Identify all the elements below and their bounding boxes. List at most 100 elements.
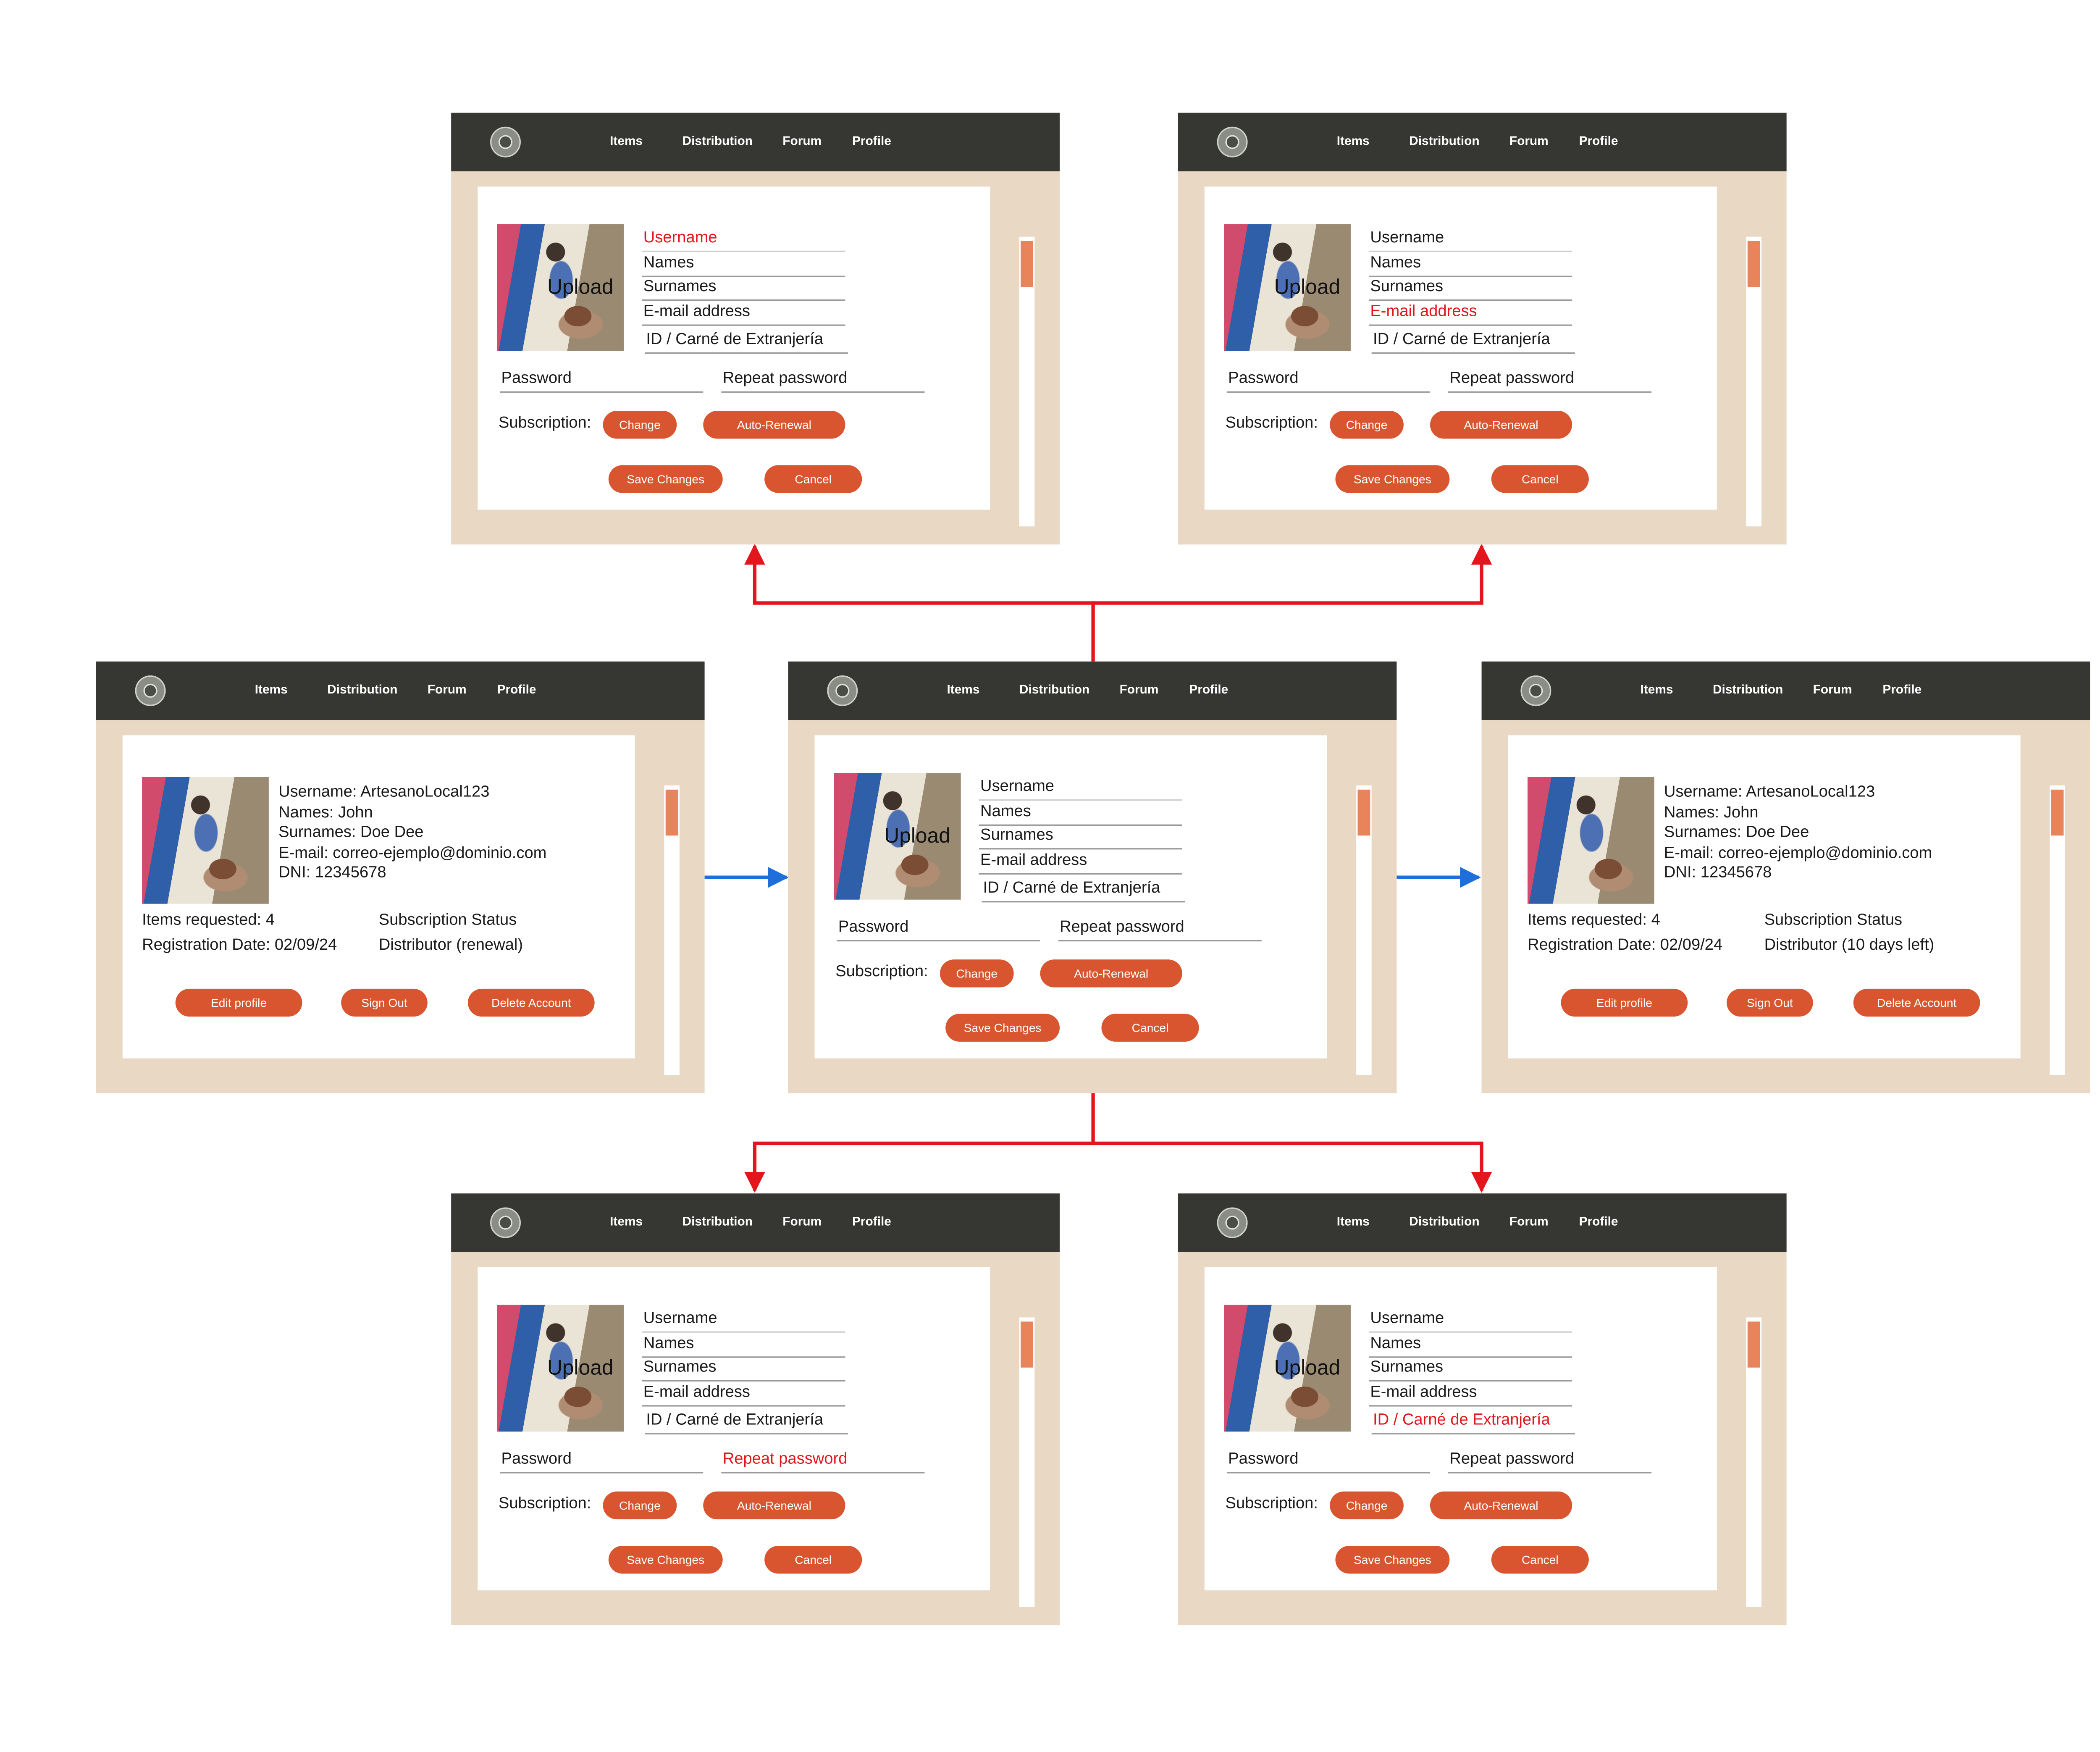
change-subscription-button[interactable]: Change: [1330, 1491, 1404, 1520]
upload-button[interactable]: Upload: [1274, 276, 1341, 299]
email-field[interactable]: E-mail address: [642, 1383, 845, 1407]
surnames-field[interactable]: Surnames: [1369, 1358, 1572, 1382]
password-field[interactable]: Password: [500, 1450, 704, 1474]
repeat-password-field[interactable]: Repeat password: [1058, 918, 1262, 942]
emblem-logo-icon[interactable]: [135, 675, 166, 706]
cancel-button[interactable]: Cancel: [764, 465, 862, 493]
repeat-password-field[interactable]: Repeat password: [1448, 369, 1652, 393]
nav-profile[interactable]: Profile: [1579, 134, 1618, 147]
scrollbar-thumb[interactable]: [665, 789, 678, 836]
nav-profile[interactable]: Profile: [1882, 683, 1922, 696]
upload-button[interactable]: Upload: [884, 825, 950, 848]
scrollbar-thumb[interactable]: [1021, 241, 1034, 287]
password-field[interactable]: Password: [1226, 1450, 1430, 1474]
email-field[interactable]: E-mail address: [1369, 302, 1572, 326]
scrollbar-thumb[interactable]: [1021, 1321, 1034, 1368]
username-field[interactable]: Username: [1369, 229, 1572, 252]
nav-distribution[interactable]: Distribution: [1409, 1214, 1479, 1228]
nav-items[interactable]: Items: [1337, 134, 1370, 147]
emblem-logo-icon[interactable]: [1217, 1207, 1248, 1238]
nav-distribution[interactable]: Distribution: [682, 134, 753, 147]
surnames-field[interactable]: Surnames: [1369, 277, 1572, 301]
username-field[interactable]: Username: [979, 777, 1182, 801]
cancel-button[interactable]: Cancel: [1491, 1546, 1589, 1574]
avatar-photo[interactable]: Upload: [497, 1305, 624, 1432]
nav-profile[interactable]: Profile: [1579, 1214, 1618, 1228]
change-subscription-button[interactable]: Change: [603, 1491, 677, 1520]
scrollbar[interactable]: [1356, 785, 1372, 1075]
repeat-password-field[interactable]: Repeat password: [721, 1450, 925, 1474]
nav-forum[interactable]: Forum: [782, 134, 822, 147]
upload-button[interactable]: Upload: [547, 276, 614, 299]
nav-items[interactable]: Items: [1641, 683, 1673, 696]
sign-out-button[interactable]: Sign Out: [1727, 988, 1813, 1017]
scrollbar[interactable]: [1746, 236, 1761, 527]
nav-forum[interactable]: Forum: [1120, 683, 1159, 696]
scrollbar[interactable]: [1019, 236, 1035, 527]
auto-renewal-button[interactable]: Auto-Renewal: [703, 411, 845, 439]
nav-distribution[interactable]: Distribution: [1713, 683, 1783, 696]
sign-out-button[interactable]: Sign Out: [341, 988, 428, 1017]
nav-forum[interactable]: Forum: [428, 683, 467, 696]
cancel-button[interactable]: Cancel: [1491, 465, 1589, 493]
save-changes-button[interactable]: Save Changes: [608, 1546, 723, 1574]
nav-distribution[interactable]: Distribution: [682, 1214, 753, 1228]
nav-distribution[interactable]: Distribution: [1019, 683, 1089, 696]
change-subscription-button[interactable]: Change: [603, 411, 677, 439]
names-field[interactable]: Names: [642, 253, 845, 277]
repeat-password-field[interactable]: Repeat password: [721, 369, 925, 393]
username-field[interactable]: Username: [642, 1309, 845, 1333]
names-field[interactable]: Names: [1369, 1334, 1572, 1358]
auto-renewal-button[interactable]: Auto-Renewal: [1430, 411, 1572, 439]
scrollbar[interactable]: [664, 785, 680, 1075]
cancel-button[interactable]: Cancel: [1101, 1014, 1199, 1042]
scrollbar-thumb[interactable]: [1357, 789, 1370, 836]
save-changes-button[interactable]: Save Changes: [608, 465, 723, 493]
nav-distribution[interactable]: Distribution: [1409, 134, 1479, 147]
nav-profile[interactable]: Profile: [852, 1214, 891, 1228]
id-document-field[interactable]: ID / Carné de Extranjería: [1371, 330, 1575, 354]
scrollbar[interactable]: [1746, 1317, 1761, 1607]
delete-account-button[interactable]: Delete Account: [1853, 988, 1980, 1017]
email-field[interactable]: E-mail address: [642, 302, 845, 326]
nav-profile[interactable]: Profile: [497, 683, 536, 696]
names-field[interactable]: Names: [979, 802, 1182, 826]
password-field[interactable]: Password: [837, 918, 1040, 942]
nav-items[interactable]: Items: [947, 683, 979, 696]
nav-items[interactable]: Items: [1337, 1214, 1370, 1228]
id-document-field[interactable]: ID / Carné de Extranjería: [645, 1411, 848, 1434]
emblem-logo-icon[interactable]: [490, 1207, 521, 1238]
email-field[interactable]: E-mail address: [1369, 1383, 1572, 1407]
change-subscription-button[interactable]: Change: [940, 959, 1014, 988]
scrollbar-thumb[interactable]: [1747, 241, 1760, 287]
id-document-field[interactable]: ID / Carné de Extranjería: [645, 330, 848, 354]
nav-items[interactable]: Items: [610, 134, 643, 147]
emblem-logo-icon[interactable]: [827, 675, 858, 706]
avatar-photo[interactable]: Upload: [497, 224, 624, 351]
auto-renewal-button[interactable]: Auto-Renewal: [1040, 959, 1182, 988]
password-field[interactable]: Password: [500, 369, 704, 393]
emblem-logo-icon[interactable]: [490, 126, 521, 158]
repeat-password-field[interactable]: Repeat password: [1448, 1450, 1652, 1474]
surnames-field[interactable]: Surnames: [642, 1358, 845, 1382]
nav-profile[interactable]: Profile: [852, 134, 891, 147]
username-field[interactable]: Username: [1369, 1309, 1572, 1333]
nav-items[interactable]: Items: [255, 683, 288, 696]
scrollbar[interactable]: [2050, 785, 2065, 1075]
scrollbar[interactable]: [1019, 1317, 1035, 1607]
scrollbar-thumb[interactable]: [2051, 789, 2064, 836]
username-field[interactable]: Username: [642, 229, 845, 252]
change-subscription-button[interactable]: Change: [1330, 411, 1404, 439]
upload-button[interactable]: Upload: [547, 1356, 614, 1380]
names-field[interactable]: Names: [642, 1334, 845, 1358]
emblem-logo-icon[interactable]: [1520, 675, 1551, 706]
save-changes-button[interactable]: Save Changes: [1335, 465, 1450, 493]
nav-forum[interactable]: Forum: [1509, 134, 1549, 147]
avatar-photo[interactable]: Upload: [1224, 224, 1351, 351]
edit-profile-button[interactable]: Edit profile: [1561, 988, 1688, 1017]
auto-renewal-button[interactable]: Auto-Renewal: [703, 1491, 845, 1520]
nav-forum[interactable]: Forum: [1509, 1214, 1549, 1228]
scrollbar-thumb[interactable]: [1747, 1321, 1760, 1368]
avatar-photo[interactable]: Upload: [834, 773, 961, 900]
password-field[interactable]: Password: [1226, 369, 1430, 393]
